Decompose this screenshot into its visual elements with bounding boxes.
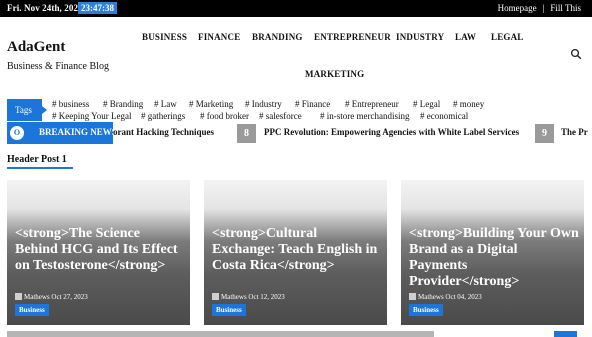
post-author[interactable]: Mathews: [418, 293, 444, 301]
author-icon: [212, 293, 219, 300]
tag-link[interactable]: # Law: [154, 99, 177, 109]
tag-link[interactable]: # salesforce: [259, 111, 302, 121]
author-icon: [409, 293, 416, 300]
post-card[interactable]: <strong>Cultural Exchange: Teach English…: [204, 180, 387, 325]
news-ticker: orant Hacking Techniques 8 PPC Revolutio…: [113, 122, 592, 144]
tag-link[interactable]: # Marketing: [189, 99, 233, 109]
top-link-separator: |: [542, 3, 545, 13]
top-link-homepage[interactable]: Homepage: [498, 3, 537, 13]
tag-link[interactable]: # in-store merchandising: [320, 111, 409, 121]
nav-item-marketing[interactable]: MARKETING: [305, 69, 364, 79]
post-author[interactable]: Mathews: [221, 293, 247, 301]
tag-link[interactable]: # Finance: [295, 99, 330, 109]
post-title[interactable]: <strong>Cultural Exchange: Teach English…: [212, 226, 382, 274]
top-links: Homepage | Fill This: [498, 3, 581, 13]
post-date: Oct 27, 2023: [51, 293, 88, 301]
nav-item-finance[interactable]: FINANCE: [198, 32, 240, 42]
nav-item-industry[interactable]: INDUSTRY: [396, 32, 444, 42]
tag-link[interactable]: # business: [52, 99, 89, 109]
breaking-news-label: O BREAKING NEWS: [7, 122, 117, 144]
post-meta: Mathews Oct 04, 2023: [409, 293, 482, 301]
breaking-news-icon: O: [10, 126, 24, 140]
category-badge[interactable]: Business: [409, 304, 443, 316]
post-meta: Mathews Oct 27, 2023: [15, 293, 88, 301]
category-badge[interactable]: Business: [212, 304, 246, 316]
ticker-item[interactable]: orant Hacking Techniques: [113, 127, 214, 137]
tag-link[interactable]: # Entrepreneur: [345, 99, 399, 109]
current-time: 23:47:38: [78, 2, 117, 14]
post-card[interactable]: <strong>Building Your Own Brand as a Dig…: [401, 180, 584, 325]
ticker-number: 9: [535, 124, 554, 143]
content-divider: [7, 331, 434, 337]
post-title[interactable]: <strong>Building Your Own Brand as a Dig…: [409, 226, 579, 290]
top-bar: Fri. Nov 24th, 2023 23:47:38 Homepage | Fi…: [0, 0, 592, 17]
author-icon: [15, 293, 22, 300]
tag-link[interactable]: # gatherings: [141, 111, 185, 121]
post-meta: Mathews Oct 12, 2023: [212, 293, 285, 301]
site-title[interactable]: AdaGent: [7, 39, 65, 56]
nav-item-law[interactable]: LAW: [455, 32, 476, 42]
search-icon[interactable]: [570, 48, 582, 60]
tag-link[interactable]: # economical: [420, 111, 468, 121]
tag-link[interactable]: # Legal: [413, 99, 440, 109]
ticker-item[interactable]: The Pr: [561, 127, 588, 137]
section-title: Header Post 1: [7, 154, 67, 165]
post-title[interactable]: <strong>The Science Behind HCG and Its E…: [15, 226, 185, 274]
tag-link[interactable]: # money: [453, 99, 484, 109]
current-date: Fri. Nov 24th, 2023: [7, 3, 83, 13]
top-link-fill-this[interactable]: Fill This: [550, 3, 581, 13]
ticker-number: 8: [237, 124, 256, 143]
tag-link[interactable]: # Keeping Your Legal: [52, 111, 132, 121]
post-card[interactable]: <strong>The Science Behind HCG and Its E…: [7, 180, 190, 325]
breaking-news-text: BREAKING NEWS: [39, 127, 117, 137]
nav-item-legal[interactable]: LEGAL: [491, 32, 524, 42]
nav-item-business[interactable]: BUSINESS: [142, 32, 187, 42]
tag-link[interactable]: # Branding: [103, 99, 143, 109]
section-underline: [7, 167, 73, 169]
tags-label: Tags: [7, 99, 47, 121]
ticker-item[interactable]: PPC Revolution: Empowering Agencies with…: [264, 127, 519, 137]
tag-link[interactable]: # food broker: [200, 111, 249, 121]
category-badge[interactable]: Business: [15, 304, 49, 316]
scroll-accent: [554, 331, 577, 337]
nav-item-entrepreneur[interactable]: ENTREPRENEUR: [314, 32, 391, 42]
site-tagline: Business & Finance Blog: [7, 61, 109, 72]
tag-link[interactable]: # Industry: [245, 99, 282, 109]
nav-item-branding[interactable]: BRANDING: [252, 32, 303, 42]
post-author[interactable]: Mathews: [24, 293, 50, 301]
post-date: Oct 04, 2023: [445, 293, 482, 301]
post-date: Oct 12, 2023: [248, 293, 285, 301]
